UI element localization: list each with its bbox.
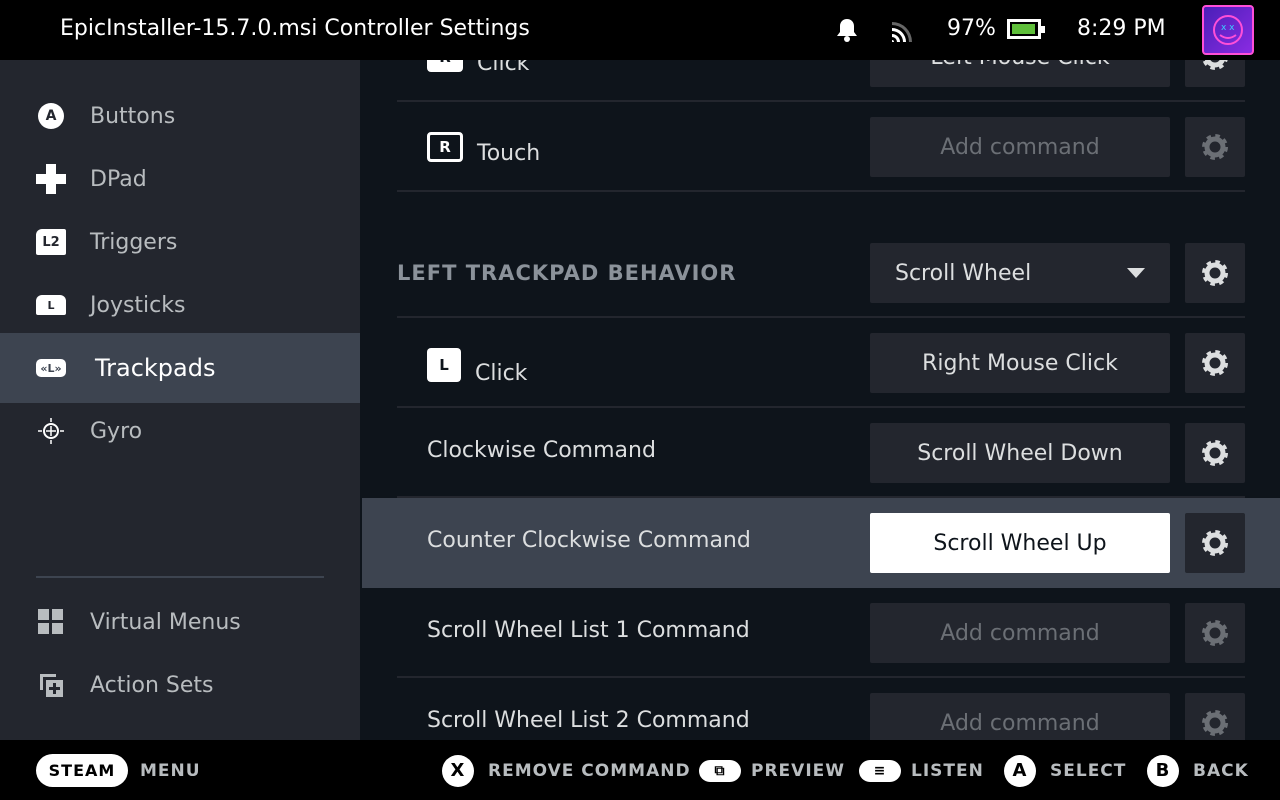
section-left-trackpad-behavior: LEFT TRACKPAD BEHAVIOR Scroll Wheel: [397, 243, 1245, 318]
hint-label: SELECT: [1050, 760, 1127, 781]
hint-label: REMOVE COMMAND: [488, 760, 691, 781]
a-button-icon: A: [36, 103, 66, 129]
remove-command-hint[interactable]: X REMOVE COMMAND: [442, 754, 691, 787]
gear-icon[interactable]: [1185, 60, 1245, 87]
sidebar-item-triggers[interactable]: L2 Triggers: [0, 207, 360, 277]
gear-icon[interactable]: [1185, 603, 1245, 663]
sidebar-item-label: Buttons: [90, 103, 176, 129]
gear-icon[interactable]: [1185, 117, 1245, 177]
gear-icon[interactable]: [1185, 423, 1245, 483]
view-button-icon: ⧉: [699, 759, 741, 782]
sidebar: A Buttons DPad L2 Triggers L Joysticks «L» T…: [0, 60, 360, 740]
chevron-down-icon: [1127, 268, 1145, 278]
row-label: Touch: [477, 141, 541, 166]
hint-label: BACK: [1193, 760, 1249, 781]
back-hint[interactable]: B BACK: [1147, 754, 1249, 787]
sidebar-item-joysticks[interactable]: L Joysticks: [0, 270, 360, 340]
sidebar-item-label: Joysticks: [90, 292, 186, 318]
sidebar-item-label: Trackpads: [95, 354, 216, 382]
right-trackpad-icon: R: [427, 132, 463, 162]
command-button[interactable]: Scroll Wheel Down: [870, 423, 1170, 483]
trackpad-icon: «L»: [36, 359, 66, 377]
sidebar-item-label: Triggers: [90, 229, 178, 255]
gear-icon[interactable]: [1185, 513, 1245, 573]
add-command-button[interactable]: Add command: [870, 117, 1170, 177]
dropdown-value: Scroll Wheel: [895, 260, 1032, 286]
hint-label: PREVIEW: [751, 760, 846, 781]
add-command-button[interactable]: Add command: [870, 603, 1170, 663]
setting-row-right-touch[interactable]: R Touch Add command: [397, 102, 1245, 192]
sidebar-item-label: Virtual Menus: [90, 609, 241, 635]
battery-icon: [1007, 19, 1045, 39]
command-button-focused[interactable]: Scroll Wheel Up: [870, 513, 1170, 573]
clock: 8:29 PM: [1077, 16, 1166, 41]
trigger-l2-icon: L2: [36, 229, 66, 255]
row-label: Scroll Wheel List 2 Command: [427, 708, 750, 733]
grid-icon: [36, 609, 66, 635]
sidebar-divider: [36, 576, 324, 578]
bell-icon[interactable]: [836, 18, 858, 42]
window-title: EpicInstaller-15.7.0.msi Controller Sett…: [60, 16, 530, 41]
row-label: Scroll Wheel List 1 Command: [427, 618, 750, 643]
gyro-icon: [36, 417, 66, 445]
sidebar-item-label: DPad: [90, 166, 147, 192]
right-trackpad-icon: R: [427, 60, 463, 72]
behavior-dropdown[interactable]: Scroll Wheel: [870, 243, 1170, 303]
preview-hint[interactable]: ⧉ PREVIEW: [699, 754, 845, 787]
menu-hint[interactable]: MENU: [140, 754, 201, 787]
sidebar-item-gyro[interactable]: Gyro: [0, 396, 360, 466]
setting-row-right-click[interactable]: R Click Left Mouse Click: [397, 60, 1245, 102]
sidebar-item-dpad[interactable]: DPad: [0, 144, 360, 214]
section-title: LEFT TRACKPAD BEHAVIOR: [397, 261, 737, 285]
steam-button[interactable]: STEAM: [36, 754, 128, 787]
svg-text:x x: x x: [1221, 23, 1235, 33]
sidebar-item-label: Action Sets: [90, 672, 214, 698]
top-bar: EpicInstaller-15.7.0.msi Controller Sett…: [0, 0, 1280, 60]
b-button-icon: B: [1147, 754, 1179, 787]
x-button-icon: X: [442, 754, 474, 787]
setting-row-scroll-list-1[interactable]: Scroll Wheel List 1 Command Add command: [397, 588, 1245, 678]
joystick-icon: L: [36, 295, 66, 315]
command-button[interactable]: Left Mouse Click: [870, 60, 1170, 87]
cast-icon: [892, 22, 912, 42]
sidebar-item-label: Gyro: [90, 418, 143, 444]
setting-row-counter-clockwise[interactable]: Counter Clockwise Command Scroll Wheel U…: [362, 498, 1280, 588]
sidebar-item-action-sets[interactable]: Action Sets: [0, 650, 360, 720]
command-button[interactable]: Right Mouse Click: [870, 333, 1170, 393]
footer-hints: STEAM MENU X REMOVE COMMAND ⧉ PREVIEW ≡ LIS…: [0, 740, 1280, 800]
dpad-icon: [36, 164, 66, 194]
setting-row-scroll-list-2[interactable]: Scroll Wheel List 2 Command Add command: [397, 678, 1245, 740]
row-label: Click: [475, 361, 528, 386]
add-layer-icon: [36, 672, 66, 698]
gear-icon[interactable]: [1185, 243, 1245, 303]
a-button-icon: A: [1004, 754, 1036, 787]
add-command-button[interactable]: Add command: [870, 693, 1170, 740]
battery-percent: 97%: [947, 16, 996, 41]
listen-hint[interactable]: ≡ LISTEN: [859, 754, 984, 787]
setting-row-left-click[interactable]: L Click Right Mouse Click: [397, 318, 1245, 408]
sidebar-item-virtual-menus[interactable]: Virtual Menus: [0, 587, 360, 657]
settings-list: R Click Left Mouse Click R Touch Add comma…: [360, 60, 1280, 740]
left-trackpad-click-icon: L: [427, 348, 461, 382]
hint-label: LISTEN: [911, 760, 984, 781]
row-label: Clockwise Command: [427, 438, 656, 463]
select-hint[interactable]: A SELECT: [1004, 754, 1126, 787]
row-label: Click: [477, 60, 530, 76]
menu-button-icon: ≡: [859, 759, 901, 782]
sidebar-item-trackpads[interactable]: «L» Trackpads: [0, 333, 360, 403]
sidebar-item-buttons[interactable]: A Buttons: [0, 81, 360, 151]
avatar[interactable]: x x: [1202, 5, 1254, 55]
gear-icon[interactable]: [1185, 693, 1245, 740]
gear-icon[interactable]: [1185, 333, 1245, 393]
row-label: Counter Clockwise Command: [427, 528, 751, 553]
setting-row-clockwise[interactable]: Clockwise Command Scroll Wheel Down: [397, 408, 1245, 498]
